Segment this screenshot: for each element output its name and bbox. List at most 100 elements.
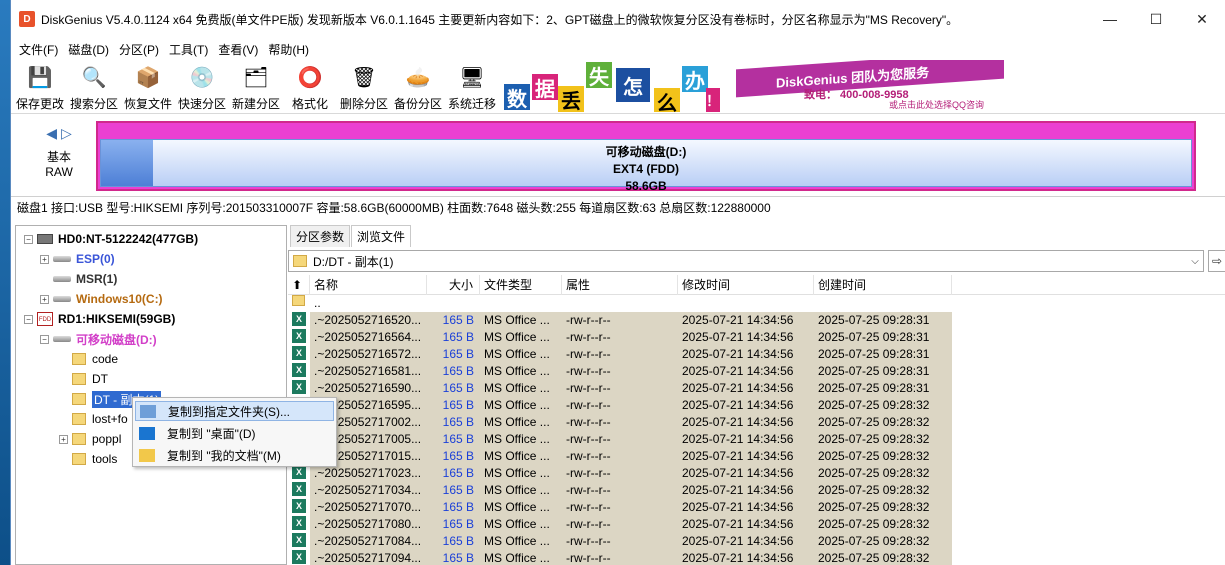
- table-row-parent[interactable]: ..: [288, 295, 1225, 312]
- recover-files-button[interactable]: 📦 恢复文件: [121, 60, 175, 114]
- partition-size: 58.6GB: [625, 179, 667, 193]
- menu-partition[interactable]: 分区(P): [114, 41, 164, 58]
- folder-icon: [292, 295, 305, 306]
- collapse-icon[interactable]: −: [40, 334, 49, 344]
- tree-node-code[interactable]: code: [72, 349, 118, 369]
- file-size: 165 B: [442, 517, 474, 531]
- tree-node-windows10[interactable]: + Windows10(C:): [40, 289, 163, 309]
- table-row[interactable]: X.~2025052716595...165 BMS Office ...-rw…: [288, 397, 1225, 414]
- tab-partition-params[interactable]: 分区参数: [290, 225, 351, 247]
- table-row[interactable]: X.~2025052717002...165 BMS Office ...-rw…: [288, 414, 1225, 431]
- file-size: 165 B: [442, 364, 474, 378]
- file-rows: X .~2025052716520... 165 B MS Office ... -rw…: [288, 312, 1225, 565]
- support-banner[interactable]: 数 据 丢 失 怎 么 办 ！ DiskGenius 团队为您服务 致电： 40…: [504, 60, 1004, 112]
- banner-char: 失: [586, 62, 612, 89]
- table-row[interactable]: X.~2025052717015...165 BMS Office ...-rw…: [288, 448, 1225, 465]
- table-row[interactable]: X .~2025052716581... 165 B MS Office ... -rw…: [288, 363, 1225, 380]
- expand-icon[interactable]: +: [40, 254, 49, 264]
- tree-node-hd0[interactable]: − HD0:NT-5122242(477GB): [24, 229, 198, 249]
- backup-partition-button[interactable]: 🥧 备份分区: [391, 60, 445, 114]
- table-row[interactable]: X .~2025052716590... 165 B MS Office ... -rw…: [288, 380, 1225, 397]
- new-partition-button[interactable]: 🗂 新建分区: [229, 60, 283, 114]
- menu-label: 复制到 "桌面"(D): [167, 426, 256, 441]
- delete-partition-button[interactable]: 🗑 删除分区: [337, 60, 391, 114]
- tree-node-esp[interactable]: + ESP(0): [40, 249, 115, 269]
- expand-icon[interactable]: +: [40, 294, 49, 304]
- file-size: 165 B: [442, 449, 474, 463]
- menu-label: 复制到指定文件夹(S)...: [168, 404, 290, 419]
- format-button[interactable]: ⭕ 格式化: [283, 60, 337, 114]
- menu-tools[interactable]: 工具(T): [164, 41, 213, 58]
- collapse-icon[interactable]: −: [24, 234, 33, 244]
- save-changes-button[interactable]: 💾 保存更改: [13, 60, 67, 114]
- excel-file-icon: X: [292, 312, 306, 326]
- tree-label: ESP(0): [76, 252, 115, 266]
- table-row[interactable]: X .~2025052717070... 165 B MS Office ... -rw…: [288, 499, 1225, 516]
- partition-bar[interactable]: 可移动磁盘(D:) EXT4 (FDD) 58.6GB: [96, 121, 1196, 193]
- menu-disk[interactable]: 磁盘(D): [63, 41, 114, 58]
- partition-block[interactable]: 可移动磁盘(D:) EXT4 (FDD) 58.6GB: [100, 139, 1192, 193]
- sort-up-icon[interactable]: ⬆: [288, 275, 310, 295]
- table-row[interactable]: X .~2025052717023... 165 B MS Office ... -rw…: [288, 465, 1225, 482]
- table-row[interactable]: X .~2025052717034... 165 B MS Office ... -rw…: [288, 482, 1225, 499]
- copy-to-folder-item[interactable]: 复制到指定文件夹(S)...: [135, 401, 334, 421]
- menu-file[interactable]: 文件(F): [14, 41, 63, 58]
- table-row[interactable]: X.~2025052717005...165 BMS Office ...-rw…: [288, 431, 1225, 448]
- tree-node-msr[interactable]: MSR(1): [53, 269, 117, 289]
- minimize-button[interactable]: —: [1087, 0, 1133, 38]
- tree-node-tools[interactable]: tools: [72, 449, 117, 469]
- table-row[interactable]: X .~2025052716564... 165 B MS Office ... -rw…: [288, 329, 1225, 346]
- table-row[interactable]: X .~2025052717084... 165 B MS Office ... -rw…: [288, 533, 1225, 550]
- column-created[interactable]: 创建时间: [814, 275, 952, 295]
- disk-map-area: ◀ ▷ 基本 RAW 可移动磁盘(D:) EXT4 (FDD) 58.6GB: [11, 115, 1225, 197]
- file-size: 165 B: [442, 381, 474, 395]
- banner-char: ！: [706, 88, 720, 112]
- tree-node-lostfound[interactable]: lost+fo: [72, 409, 128, 429]
- file-attributes: -rw-r--r--: [566, 381, 611, 395]
- menu-label: 复制到 "我的文档"(M): [167, 448, 281, 463]
- column-attributes[interactable]: 属性: [562, 275, 678, 295]
- file-modified: 2025-07-21 14:34:56: [682, 313, 794, 327]
- chevron-down-icon[interactable]: ⌵: [1187, 256, 1203, 267]
- system-migration-button[interactable]: 🖥 系统迁移: [445, 60, 499, 114]
- excel-file-icon: X: [292, 516, 306, 530]
- tree-node-rd1[interactable]: − FDD RD1:HIKSEMI(59GB): [24, 309, 175, 329]
- table-row[interactable]: X .~2025052717080... 165 B MS Office ... -rw…: [288, 516, 1225, 533]
- tree-label: MSR(1): [76, 272, 118, 286]
- column-name[interactable]: 名称: [310, 275, 427, 295]
- file-size: 165 B: [442, 432, 474, 446]
- tree-node-removable-d[interactable]: − 可移动磁盘(D:): [40, 329, 157, 349]
- expand-icon[interactable]: +: [59, 434, 68, 444]
- banner-qq-link[interactable]: 或点击此处选择QQ咨询: [889, 98, 984, 111]
- toolbar-label: 备份分区: [393, 97, 442, 111]
- disk-nav-arrows-icon[interactable]: ◀ ▷: [39, 125, 79, 142]
- column-type[interactable]: 文件类型: [480, 275, 562, 295]
- table-row[interactable]: X .~2025052716572... 165 B MS Office ... -rw…: [288, 346, 1225, 363]
- maximize-button[interactable]: ☐: [1133, 0, 1179, 38]
- tab-browse-files[interactable]: 浏览文件: [351, 225, 412, 247]
- file-type: MS Office ...: [484, 364, 550, 378]
- tree-label: DT: [92, 372, 108, 386]
- go-forward-button[interactable]: ⇨: [1208, 250, 1225, 272]
- file-attributes: -rw-r--r--: [566, 466, 611, 480]
- copy-to-documents-item[interactable]: 复制到 "我的文档"(M): [135, 445, 334, 465]
- quick-partition-button[interactable]: 💿 快速分区: [175, 60, 229, 114]
- tree-node-poppler[interactable]: + poppl: [59, 429, 121, 449]
- table-row[interactable]: X .~2025052716520... 165 B MS Office ... -rw…: [288, 312, 1225, 329]
- column-modified[interactable]: 修改时间: [678, 275, 814, 295]
- path-bar[interactable]: D:/DT - 副本(1) ⌵: [288, 250, 1204, 272]
- file-name: .~2025052716520...: [314, 313, 422, 327]
- copy-to-desktop-item[interactable]: 复制到 "桌面"(D): [135, 423, 334, 443]
- close-button[interactable]: ✕: [1179, 0, 1225, 38]
- file-created: 2025-07-25 09:28:32: [818, 534, 930, 548]
- menu-help[interactable]: 帮助(H): [263, 41, 314, 58]
- file-created: 2025-07-25 09:28:31: [818, 347, 930, 361]
- partition-name: 可移动磁盘(D:): [605, 145, 687, 159]
- file-attributes: -rw-r--r--: [566, 483, 611, 497]
- column-size[interactable]: 大小: [427, 275, 480, 295]
- table-row[interactable]: X .~2025052717094... 165 B MS Office ... -rw…: [288, 550, 1225, 565]
- search-partition-button[interactable]: 🔍 搜索分区: [67, 60, 121, 114]
- menu-view[interactable]: 查看(V): [213, 41, 263, 58]
- tree-node-dt[interactable]: DT: [72, 369, 108, 389]
- collapse-icon[interactable]: −: [24, 314, 33, 324]
